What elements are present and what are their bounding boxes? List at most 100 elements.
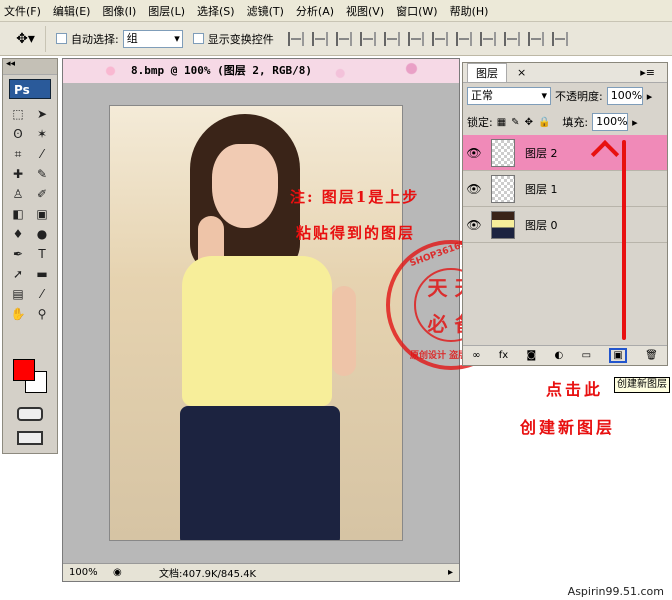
- panel-menu-icon[interactable]: ▸≡: [632, 65, 663, 80]
- layer-row-0[interactable]: 👁 图层 0: [463, 207, 667, 243]
- hand-tool-icon[interactable]: ✋: [7, 305, 29, 323]
- layer-row-1[interactable]: 👁 图层 1: [463, 171, 667, 207]
- fill-arrow-icon[interactable]: ▸: [632, 116, 638, 129]
- crop-tool-icon[interactable]: ⌗: [7, 145, 29, 163]
- move-tool-icon[interactable]: ✥▾: [6, 25, 46, 52]
- menu-bar: 文件(F) 编辑(E) 图像(I) 图层(L) 选择(S) 滤镜(T) 分析(A…: [0, 0, 672, 22]
- layers-footer: ∞ fx ◙ ◐ ▭ ▣ 🗑: [463, 345, 667, 365]
- close-tab-icon[interactable]: ×: [509, 65, 534, 80]
- fill-label: 填充:: [562, 116, 589, 129]
- auto-select-checkbox[interactable]: [56, 33, 67, 44]
- new-layer-tooltip: 创建新图层: [614, 377, 670, 393]
- blur-tool-icon[interactable]: ♦: [7, 225, 29, 243]
- zoom-tool-icon[interactable]: ⚲: [31, 305, 53, 323]
- path-select-tool-icon[interactable]: ➚: [7, 265, 29, 283]
- document-title[interactable]: 8.bmp @ 100% (图层 2, RGB/8): [63, 59, 459, 83]
- dodge-tool-icon[interactable]: ●: [31, 225, 53, 243]
- layer-mask-icon[interactable]: ◙: [527, 350, 537, 361]
- annotation-arrow-line: [622, 140, 626, 340]
- menu-help[interactable]: 帮助(H): [450, 3, 489, 19]
- new-layer-icon[interactable]: ▣: [609, 348, 627, 363]
- menu-view[interactable]: 视图(V): [346, 3, 384, 19]
- marquee-tool-icon[interactable]: ⬚: [7, 105, 29, 123]
- arm-right: [332, 286, 356, 376]
- lock-transparent-icon[interactable]: ▦: [497, 117, 506, 128]
- visibility-eye-icon[interactable]: 👁: [463, 146, 485, 160]
- align-bottom-icon[interactable]: [335, 31, 352, 46]
- eyedropper-tool-icon[interactable]: ⁄: [31, 145, 53, 163]
- distribute-bottom-icon[interactable]: [479, 31, 496, 46]
- menu-window[interactable]: 窗口(W): [396, 3, 437, 19]
- blend-mode-select[interactable]: 正常: [467, 87, 551, 105]
- distribute-left-icon[interactable]: [503, 31, 520, 46]
- menu-analysis[interactable]: 分析(A): [296, 3, 334, 19]
- adjustment-layer-icon[interactable]: ◐: [555, 350, 564, 361]
- layer-style-icon[interactable]: fx: [499, 350, 508, 361]
- lock-move-icon[interactable]: ✥: [525, 117, 533, 128]
- canvas[interactable]: [109, 105, 403, 541]
- opacity-arrow-icon[interactable]: ▸: [647, 90, 653, 103]
- delete-layer-icon[interactable]: 🗑: [645, 350, 658, 361]
- jeans: [180, 406, 340, 540]
- distribute-hcenter-icon[interactable]: [527, 31, 544, 46]
- show-transform-checkbox[interactable]: [192, 33, 204, 44]
- scroll-right-icon[interactable]: ▸: [448, 567, 453, 578]
- opacity-input[interactable]: 100%: [606, 87, 643, 105]
- eraser-tool-icon[interactable]: ◧: [7, 205, 29, 223]
- eyedropper2-tool-icon[interactable]: ⁄: [31, 285, 53, 303]
- lasso-tool-icon[interactable]: ʘ: [7, 125, 29, 143]
- lock-paint-icon[interactable]: ✎: [511, 117, 519, 128]
- layer-thumbnail: [491, 138, 515, 167]
- distribute-vcenter-icon[interactable]: [455, 31, 472, 46]
- align-top-icon[interactable]: [287, 31, 304, 46]
- fill-input[interactable]: 100%: [592, 113, 629, 131]
- shape-tool-icon[interactable]: ▬: [31, 265, 53, 283]
- annotation-create-layer: 创建新图层: [520, 418, 616, 437]
- pen-tool-icon[interactable]: ✒: [7, 245, 29, 263]
- align-hcenter-icon[interactable]: [383, 31, 400, 46]
- lock-all-icon[interactable]: 🔒: [538, 117, 550, 128]
- brush-tool-icon[interactable]: ✎: [31, 165, 53, 183]
- gradient-tool-icon[interactable]: ▣: [31, 205, 53, 223]
- align-buttons: [287, 31, 568, 46]
- screen-mode-icon[interactable]: [17, 431, 43, 445]
- distribute-top-icon[interactable]: [431, 31, 448, 46]
- type-tool-icon[interactable]: T: [31, 245, 53, 263]
- menu-image[interactable]: 图像(I): [102, 3, 136, 19]
- distribute-right-icon[interactable]: [551, 31, 568, 46]
- stamp-tool-icon[interactable]: ♙: [7, 185, 29, 203]
- annotation-click-here: 点击此: [546, 380, 604, 399]
- layers-tab[interactable]: 图层: [467, 63, 507, 82]
- menu-edit[interactable]: 编辑(E): [53, 3, 91, 19]
- auto-select-dropdown[interactable]: 组: [122, 29, 183, 48]
- notes-tool-icon[interactable]: ▤: [7, 285, 29, 303]
- align-left-icon[interactable]: [359, 31, 376, 46]
- footer-watermark: Aspirin99.51.com: [567, 585, 664, 598]
- healing-tool-icon[interactable]: ✚: [7, 165, 29, 183]
- lock-row: 锁定: ▦ ✎ ✥ 🔒 填充: 100% ▸: [463, 109, 667, 135]
- status-bar: 100% ◉ 文档:407.9K/845.4K ▸: [63, 563, 459, 581]
- menu-select[interactable]: 选择(S): [197, 3, 235, 19]
- note-line-2: 粘贴得到的图层: [296, 224, 416, 242]
- visibility-eye-icon[interactable]: 👁: [463, 182, 485, 196]
- history-brush-tool-icon[interactable]: ✐: [31, 185, 53, 203]
- align-vcenter-icon[interactable]: [311, 31, 328, 46]
- visibility-eye-icon[interactable]: 👁: [463, 218, 485, 232]
- status-icon[interactable]: ◉: [113, 567, 129, 578]
- magic-wand-tool-icon[interactable]: ✶: [31, 125, 53, 143]
- options-bar: ✥▾ 自动选择: 组 显示变换控件: [0, 22, 672, 56]
- menu-file[interactable]: 文件(F): [4, 3, 41, 19]
- toolbox-header[interactable]: ◂◂: [3, 59, 57, 75]
- quick-mask-icon[interactable]: [17, 407, 43, 421]
- new-group-icon[interactable]: ▭: [582, 350, 591, 361]
- zoom-level[interactable]: 100%: [63, 567, 113, 578]
- link-layers-icon[interactable]: ∞: [472, 350, 480, 361]
- menu-filter[interactable]: 滤镜(T): [247, 3, 284, 19]
- align-right-icon[interactable]: [407, 31, 424, 46]
- yellow-top: [182, 256, 332, 406]
- opacity-label: 不透明度:: [555, 90, 603, 103]
- layer-row-2[interactable]: 👁 图层 2: [463, 135, 667, 171]
- menu-layer[interactable]: 图层(L): [148, 3, 185, 19]
- foreground-color-swatch[interactable]: [13, 359, 35, 381]
- move-tool-icon[interactable]: ➤: [31, 105, 53, 123]
